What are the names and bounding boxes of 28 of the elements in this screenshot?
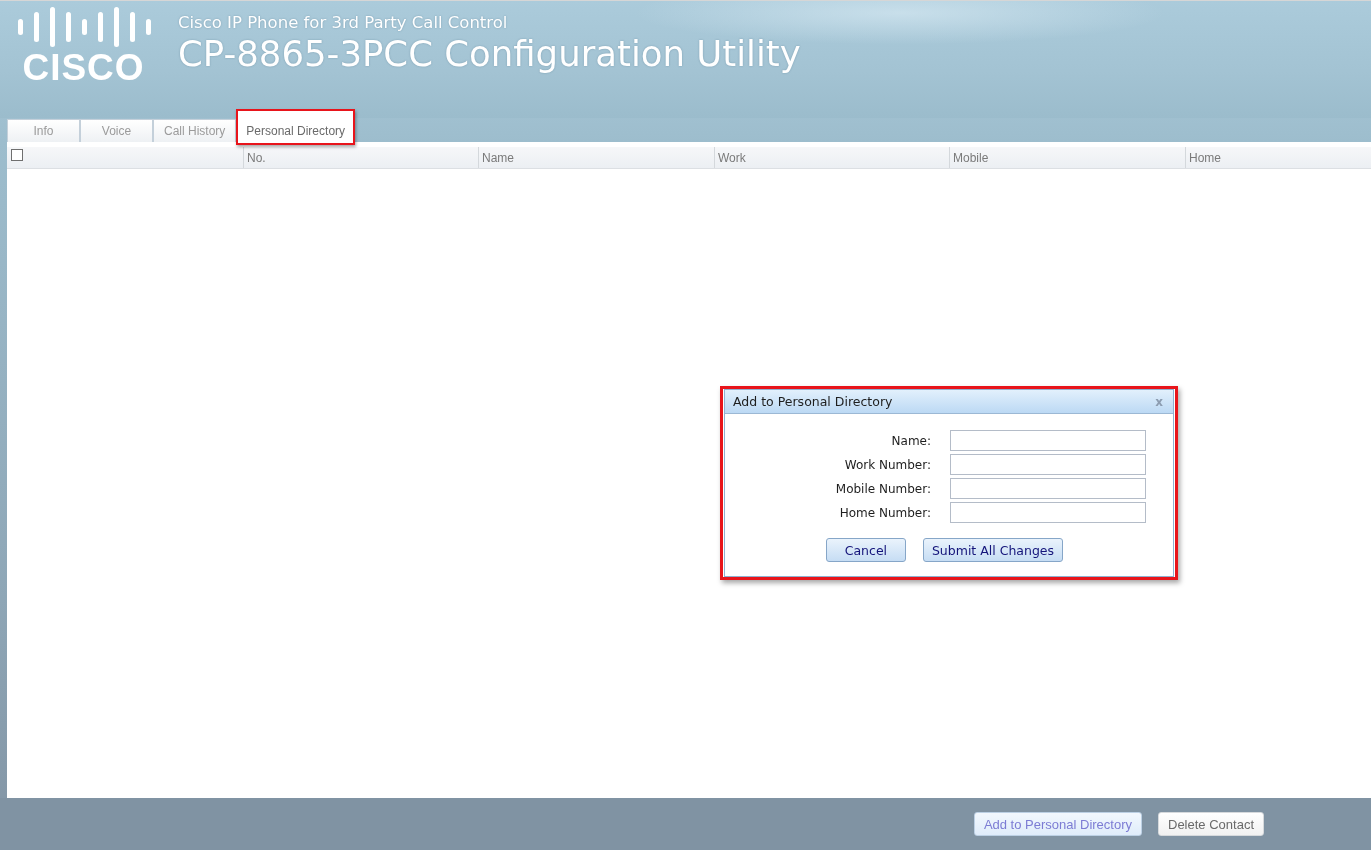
input-field[interactable] — [950, 502, 1146, 523]
tab[interactable]: Info — [7, 119, 80, 142]
footer-button[interactable]: Delete Contact — [1158, 812, 1264, 836]
logo-wordmark: CISCO — [22, 49, 145, 87]
select-all-checkbox[interactable] — [11, 149, 23, 161]
column-header[interactable]: Name — [482, 150, 514, 165]
dialog-title: Add to Personal Directory — [733, 394, 893, 409]
app-title: CP-8865-3PCC Configuration Utility — [178, 33, 801, 75]
column-header[interactable]: No. — [247, 150, 266, 165]
dialog-button[interactable]: Cancel — [825, 538, 906, 562]
input-field[interactable] — [950, 478, 1146, 499]
field-label: Name: — [891, 433, 931, 448]
app-subtitle: Cisco IP Phone for 3rd Party Call Control — [178, 13, 508, 33]
input-field[interactable] — [950, 454, 1146, 475]
column-header[interactable]: Mobile — [953, 150, 989, 165]
column-header[interactable]: Home — [1189, 150, 1221, 165]
tab[interactable]: Call History — [153, 119, 237, 142]
column-header[interactable]: Work — [718, 150, 746, 165]
close-button[interactable]: x — [1153, 394, 1165, 409]
input-field[interactable] — [950, 430, 1146, 451]
field-label: Mobile Number: — [835, 481, 931, 496]
field-label: Work Number: — [844, 457, 931, 472]
dialog-button[interactable]: Submit All Changes — [922, 538, 1064, 562]
field-label: Home Number: — [839, 505, 931, 520]
tab[interactable]: Voice — [80, 119, 153, 142]
footer-button[interactable]: Add to Personal Directory — [973, 812, 1142, 836]
tab[interactable]: Personal Directory — [236, 109, 356, 145]
logo-bars-icon — [16, 7, 151, 47]
